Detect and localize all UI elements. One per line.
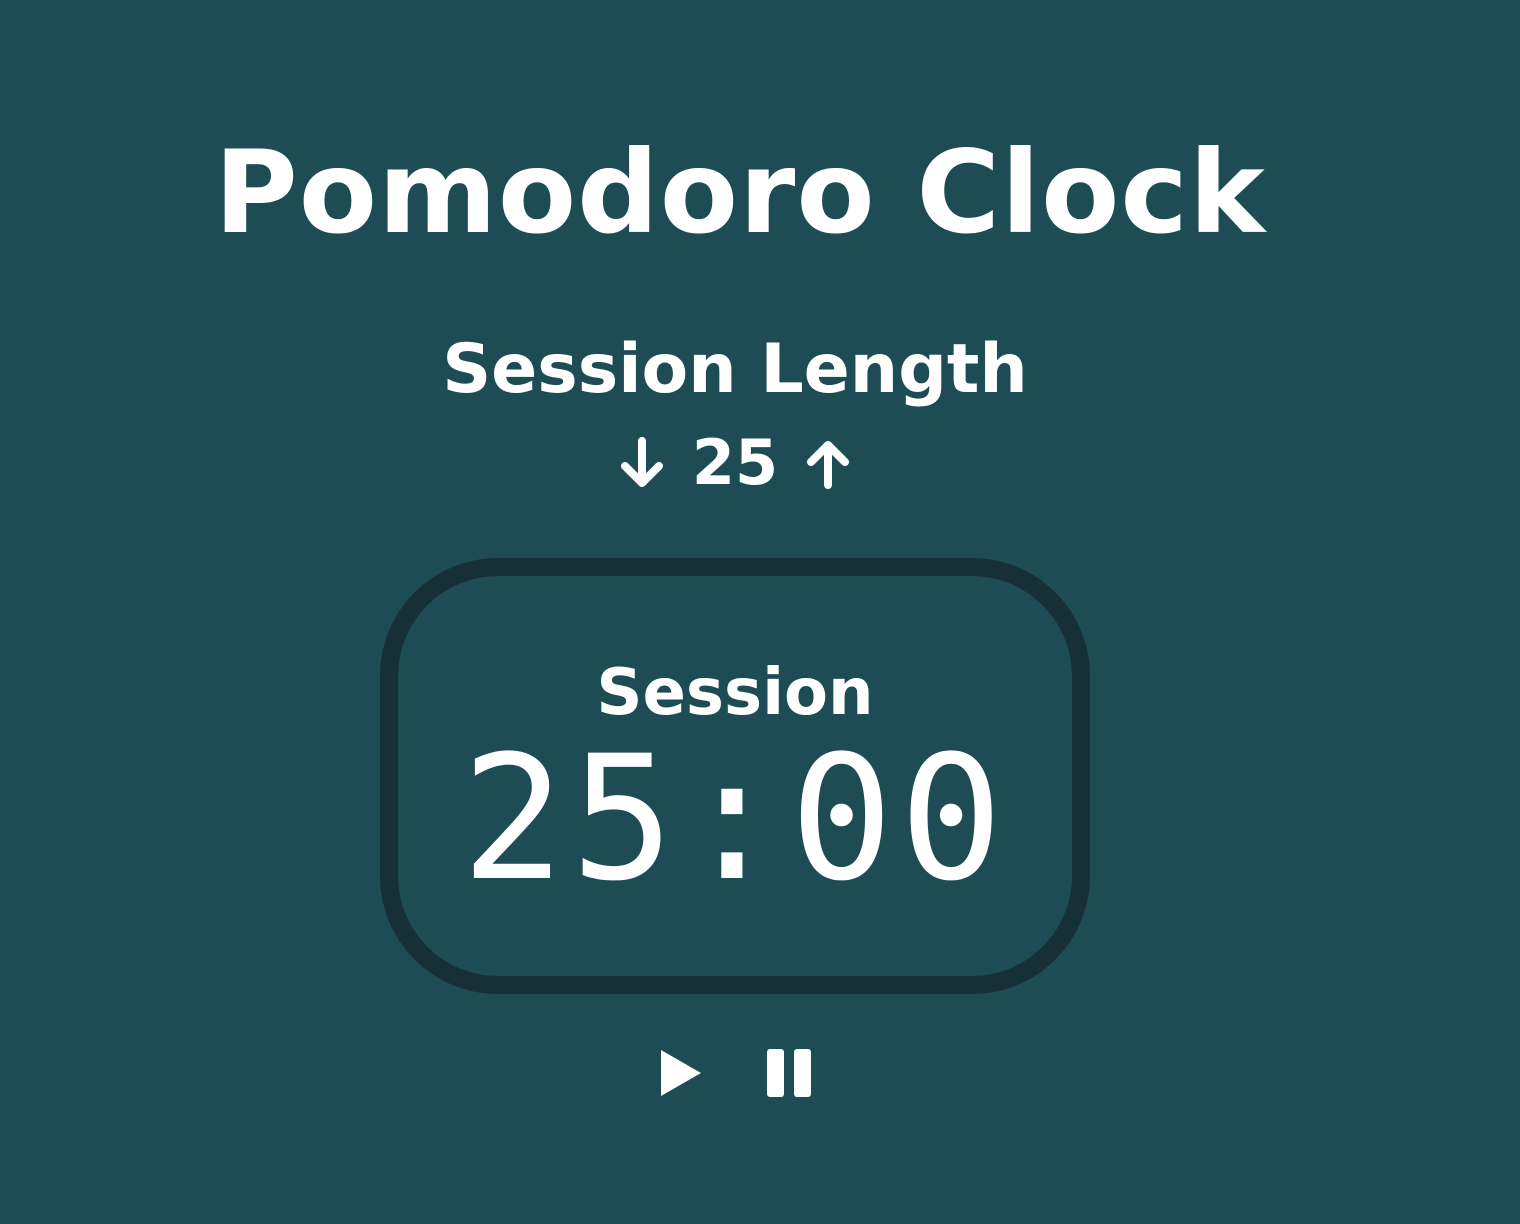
timer-display: 25:00 — [461, 718, 1009, 919]
pomodoro-app: Pomodoro Clock Session Length 25 Session… — [0, 0, 1520, 1224]
arrow-down-icon — [620, 437, 663, 487]
play-icon — [661, 1050, 701, 1096]
timer-controls — [0, 1042, 1470, 1104]
pause-button[interactable] — [761, 1045, 817, 1101]
session-decrement-button[interactable] — [614, 433, 670, 493]
play-button[interactable] — [653, 1045, 709, 1101]
timer-panel: Session 25:00 — [380, 558, 1090, 994]
session-length-value: 25 — [691, 426, 779, 499]
page-title: Pomodoro Clock — [214, 126, 1266, 259]
session-increment-button[interactable] — [800, 433, 856, 493]
session-length-controls: 25 — [0, 428, 1470, 498]
session-length-label: Session Length — [442, 330, 1028, 409]
arrow-up-icon — [807, 441, 850, 489]
pause-icon — [767, 1049, 811, 1097]
